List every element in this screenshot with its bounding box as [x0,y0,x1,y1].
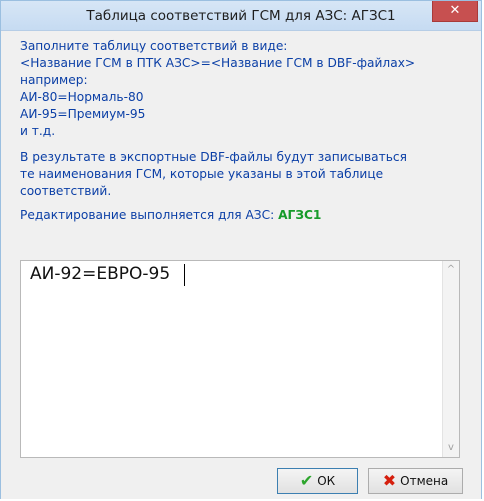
station-name: АГЗС1 [278,208,322,222]
scroll-down-icon[interactable]: v [443,440,459,456]
cross-icon: ✖ [382,471,397,490]
cancel-button[interactable]: ✖ Отмена [368,468,463,494]
example-line-3: и т.д. [20,124,56,138]
instruction-line-1: Заполните таблицу соответствий в виде: [20,39,288,53]
editing-prefix: Редактирование выполняется для АЗС: [20,208,279,222]
textarea-value: АИ-92=ЕВРО-95 [30,264,171,284]
close-icon: ✕ [449,3,461,18]
text-caret [184,264,185,286]
result-line-3: соответствий. [20,184,112,198]
instruction-line-3: например: [20,73,88,87]
editing-status: Редактирование выполняется для АЗС: АГЗС… [20,208,321,222]
title-bar: Таблица соответствий ГСМ для АЗС: АГЗС1 … [1,1,481,31]
cancel-label: Отмена [400,474,449,488]
dialog-content: Заполните таблицу соответствий в виде: <… [1,31,481,499]
close-button[interactable]: ✕ [432,1,478,22]
result-line-2: те наименования ГСМ, которые указаны в э… [20,167,384,181]
scroll-up-icon[interactable]: ^ [443,262,459,278]
instruction-line-2: <Название ГСМ в ПТК АЗС>=<Название ГСМ в… [20,56,416,70]
checkmark-icon: ✔ [299,471,314,490]
result-line-1: В результате в экспортные DBF-файлы буду… [20,150,407,164]
example-line-2: АИ-95=Премиум-95 [20,107,146,121]
window-title: Таблица соответствий ГСМ для АЗС: АГЗС1 [86,8,396,24]
correspondence-dialog: Таблица соответствий ГСМ для АЗС: АГЗС1 … [0,0,482,499]
ok-label: ОК [317,474,336,488]
vertical-scrollbar[interactable]: ^ v [442,261,459,457]
ok-button[interactable]: ✔ ОК [277,468,358,494]
correspondence-textarea[interactable]: АИ-92=ЕВРО-95 ^ v [20,260,460,458]
example-line-1: АИ-80=Нормаль-80 [20,90,144,104]
